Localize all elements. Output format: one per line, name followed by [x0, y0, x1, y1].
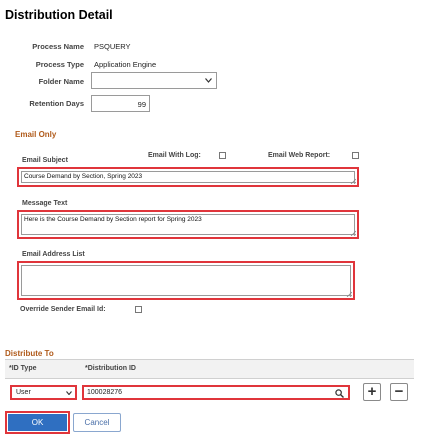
- email-only-section-title: Email Only: [15, 130, 57, 139]
- distribution-id-field[interactable]: 100028276: [82, 385, 350, 400]
- chevron-down-icon: [66, 391, 72, 395]
- resize-handle-icon[interactable]: [350, 178, 356, 184]
- folder-name-select[interactable]: [91, 72, 217, 89]
- id-type-select[interactable]: User: [10, 385, 77, 400]
- distribute-to-section-title: Distribute To: [5, 349, 54, 358]
- email-subject-text: Course Demand by Section, Spring 2023: [21, 171, 355, 183]
- email-subject-field[interactable]: Course Demand by Section, Spring 2023: [17, 167, 359, 187]
- distribution-grid-header: *ID Type *Distribution ID: [5, 359, 414, 379]
- resize-handle-icon[interactable]: [350, 230, 356, 236]
- email-web-report-checkbox[interactable]: [352, 152, 359, 159]
- ok-button-highlight: OK: [5, 411, 70, 434]
- email-address-list-text: [21, 265, 351, 296]
- override-sender-checkbox[interactable]: [135, 306, 142, 313]
- email-with-log-checkbox[interactable]: [219, 152, 226, 159]
- message-text-field[interactable]: Here is the Course Demand by Section rep…: [17, 210, 359, 239]
- chevron-down-icon: [205, 78, 212, 83]
- col-distribution-id: *Distribution ID: [85, 365, 136, 372]
- message-text-label: Message Text: [22, 200, 68, 207]
- add-row-button[interactable]: +: [363, 383, 381, 401]
- retention-days-value: 99: [137, 100, 146, 109]
- override-sender-label: Override Sender Email Id:: [20, 306, 106, 313]
- retention-days-input[interactable]: 99: [91, 95, 150, 112]
- process-name-value: PSQUERY: [94, 42, 131, 51]
- email-web-report-label: Email Web Report:: [268, 152, 331, 159]
- delete-row-button[interactable]: −: [390, 383, 408, 401]
- email-address-list-field[interactable]: [17, 261, 355, 300]
- cancel-button[interactable]: Cancel: [73, 413, 121, 432]
- distribution-id-value: 100028276: [87, 389, 123, 396]
- process-name-label: Process Name: [32, 42, 84, 51]
- search-icon[interactable]: [335, 389, 344, 398]
- page-title: Distribution Detail: [5, 8, 113, 22]
- process-type-value: Application Engine: [94, 60, 157, 69]
- col-id-type: *ID Type: [9, 365, 37, 372]
- resize-handle-icon[interactable]: [346, 291, 352, 297]
- message-text-text: Here is the Course Demand by Section rep…: [21, 214, 355, 235]
- folder-name-label: Folder Name: [38, 77, 84, 86]
- email-address-list-label: Email Address List: [22, 251, 85, 258]
- process-type-label: Process Type: [35, 60, 84, 69]
- id-type-value: User: [16, 389, 31, 396]
- ok-button[interactable]: OK: [8, 414, 67, 431]
- email-subject-label: Email Subject: [22, 157, 68, 164]
- email-with-log-label: Email With Log:: [148, 152, 201, 159]
- retention-days-label: Retention Days: [29, 99, 84, 108]
